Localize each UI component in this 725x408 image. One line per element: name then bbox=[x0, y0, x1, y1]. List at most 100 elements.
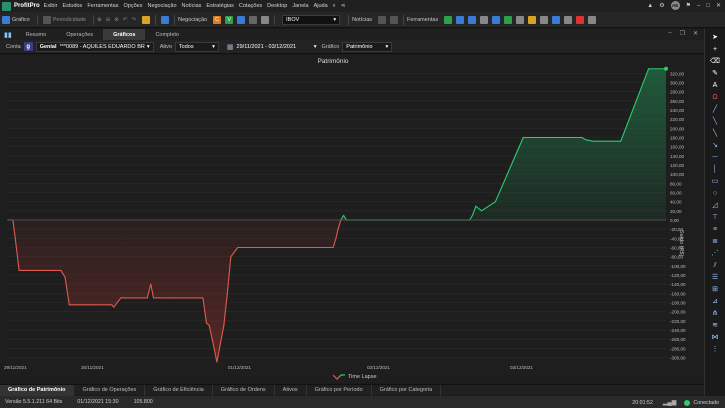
tool-icon-9[interactable] bbox=[540, 15, 549, 24]
menu-item-opcoes[interactable]: Opções bbox=[124, 3, 143, 9]
layout-icon[interactable] bbox=[161, 15, 170, 24]
order-book-icon[interactable] bbox=[237, 15, 246, 24]
symbol-input[interactable]: IBOV ▾ bbox=[282, 14, 341, 25]
menu-item-desktop[interactable]: Desktop bbox=[267, 3, 287, 9]
tool-icon-11[interactable] bbox=[564, 15, 573, 24]
menu-item-cotacoes[interactable]: Cotações bbox=[239, 3, 262, 9]
tab-ativos[interactable]: Ativos bbox=[275, 384, 307, 396]
account-select[interactable]: Genial ***0089 - AQUILES EDUARDO BR ▾ bbox=[35, 41, 154, 52]
projection-icon[interactable]: ☰ bbox=[710, 273, 720, 283]
trendline-icon[interactable]: ╱ bbox=[710, 105, 720, 115]
undo-icon[interactable]: ↶ bbox=[123, 17, 128, 23]
menu-item-janela[interactable]: Janela bbox=[292, 3, 308, 9]
crosshair-icon[interactable]: + bbox=[710, 45, 720, 55]
avatar[interactable]: AE bbox=[670, 1, 680, 10]
search-icon[interactable]: ⌕ bbox=[333, 3, 336, 10]
calendar-icon[interactable] bbox=[390, 15, 399, 24]
tools-label[interactable]: Ferramentas bbox=[407, 17, 438, 23]
cursor-icon[interactable]: ➤ bbox=[710, 33, 720, 43]
tab-grafico-periodo[interactable]: Gráfico por Período bbox=[307, 384, 372, 396]
periodicity-label[interactable]: Periodicidade bbox=[53, 17, 86, 23]
tool-icon-12[interactable] bbox=[576, 15, 585, 24]
menu-item-ferramentas[interactable]: Ferramentas bbox=[87, 3, 118, 9]
channel-icon[interactable]: ≡ bbox=[710, 225, 720, 235]
menu-item-estudos[interactable]: Estudos bbox=[62, 3, 82, 9]
panel-minimize-icon[interactable]: – bbox=[668, 30, 671, 37]
maximize-icon[interactable]: □ bbox=[706, 3, 710, 9]
eraser-icon[interactable]: ⌫ bbox=[710, 57, 720, 67]
periodicity-icon[interactable] bbox=[42, 15, 51, 24]
fibonacci-fan-icon[interactable]: ⋰ bbox=[710, 249, 720, 259]
tab-operacoes[interactable]: Operações bbox=[56, 29, 103, 40]
tool-icon-13[interactable] bbox=[588, 15, 597, 24]
buy-button[interactable]: C bbox=[213, 15, 222, 24]
measure-icon[interactable]: ⊿ bbox=[710, 297, 720, 307]
ray-icon[interactable]: ╲ bbox=[710, 117, 720, 127]
tool-icon-2[interactable] bbox=[456, 15, 465, 24]
horizontal-line-icon[interactable]: ─ bbox=[710, 153, 720, 163]
tool-icon-4[interactable] bbox=[480, 15, 489, 24]
rectangle-icon[interactable]: ▭ bbox=[710, 177, 720, 187]
menu-item-estrategias[interactable]: Estratégias bbox=[206, 3, 234, 9]
menu-item-exibir[interactable]: Exibir bbox=[44, 3, 58, 9]
cycle-icon[interactable]: ⋈ bbox=[710, 333, 720, 343]
sell-button[interactable]: V bbox=[225, 15, 234, 24]
news-icon[interactable] bbox=[378, 15, 387, 24]
triangle-icon[interactable]: ◿ bbox=[710, 201, 720, 211]
date-range-select[interactable]: 29/11/2021 - 03/12/2021 ▾ bbox=[234, 42, 320, 52]
fibonacci-icon[interactable]: ≣ bbox=[710, 237, 720, 247]
zoom-in-icon[interactable]: ⊕ bbox=[97, 17, 102, 23]
vertical-line-icon[interactable]: │ bbox=[710, 165, 720, 175]
equity-chart[interactable]: 320,00 300,00 280,00 260,00 240,00 220,00 200,… bbox=[0, 55, 704, 383]
minimize-icon[interactable]: – bbox=[697, 3, 700, 9]
tab-graficos[interactable]: Gráficos bbox=[103, 29, 146, 40]
text-tool-icon[interactable]: A bbox=[710, 81, 720, 91]
fibonacci-arc-icon[interactable]: ⫽ bbox=[710, 261, 720, 271]
zoom-out-icon[interactable]: ⊖ bbox=[106, 17, 111, 23]
tool-icon-1[interactable] bbox=[444, 15, 453, 24]
menu-item-noticias[interactable]: Notícias bbox=[182, 3, 202, 9]
chart-type-select[interactable]: Patrimônio ▾ bbox=[342, 41, 393, 52]
tab-grafico-eficiencia[interactable]: Gráfico de Eficiência bbox=[145, 384, 213, 396]
tool-icon-5[interactable] bbox=[492, 15, 501, 24]
restore-icon[interactable]: ⚑ bbox=[686, 2, 691, 9]
settings-icon[interactable]: ⚙ bbox=[659, 2, 664, 9]
chart-icon[interactable] bbox=[2, 15, 10, 24]
tab-resumo[interactable]: Resumo bbox=[16, 29, 56, 40]
menu-item-ajuda[interactable]: Ajuda bbox=[314, 3, 328, 9]
tool-icon-7[interactable] bbox=[516, 15, 525, 24]
times-trades-icon[interactable] bbox=[249, 15, 258, 24]
menu-item-negociacao[interactable]: Negociação bbox=[147, 3, 176, 9]
chart-button-label[interactable]: Gráfico bbox=[12, 17, 30, 23]
more-tools-icon[interactable]: ⋮ bbox=[710, 345, 720, 355]
magnet-icon[interactable]: Ω bbox=[710, 93, 720, 103]
tool-icon-6[interactable] bbox=[504, 15, 513, 24]
line-icon[interactable]: ╲ bbox=[710, 129, 720, 139]
tab-grafico-operacoes[interactable]: Gráfico de Operações bbox=[74, 384, 146, 396]
tool-icon-8[interactable] bbox=[528, 15, 537, 24]
tab-grafico-patrimonio[interactable]: Gráfico de Patrimônio bbox=[0, 384, 75, 396]
redo-icon[interactable]: ↷ bbox=[132, 17, 137, 23]
tool-icon-10[interactable] bbox=[552, 15, 561, 24]
price-marker-icon[interactable]: ⊤ bbox=[710, 213, 720, 223]
tab-grafico-ordens[interactable]: Gráfico de Ordens bbox=[213, 384, 275, 396]
pitchfork-icon[interactable]: ⋔ bbox=[710, 309, 720, 319]
notification-icon[interactable]: ▲ bbox=[647, 3, 653, 9]
ellipse-icon[interactable]: ○ bbox=[710, 189, 720, 199]
gann-icon[interactable]: ⊞ bbox=[710, 285, 720, 295]
tab-completo[interactable]: Completo bbox=[145, 29, 189, 40]
crosshair-icon[interactable]: ⊗ bbox=[114, 17, 119, 23]
share-icon[interactable]: ⋖ bbox=[341, 3, 346, 9]
panel-close-icon[interactable]: ✕ bbox=[693, 30, 698, 37]
tab-grafico-categoria[interactable]: Gráfico por Categoria bbox=[372, 384, 442, 396]
close-icon[interactable]: ✕ bbox=[716, 2, 721, 9]
negotiation-label[interactable]: Negociação bbox=[178, 17, 207, 23]
pencil-icon[interactable]: ✎ bbox=[710, 69, 720, 79]
asset-select[interactable]: Todos ▾ bbox=[174, 41, 219, 52]
news-label[interactable]: Notícias bbox=[352, 17, 372, 23]
calendar-icon[interactable]: ▦ bbox=[227, 43, 234, 51]
candle-icon[interactable] bbox=[142, 15, 151, 24]
regression-icon[interactable]: ≋ bbox=[710, 321, 720, 331]
arrow-line-icon[interactable]: ↘ bbox=[710, 141, 720, 151]
panel-restore-icon[interactable]: ❐ bbox=[680, 30, 685, 37]
